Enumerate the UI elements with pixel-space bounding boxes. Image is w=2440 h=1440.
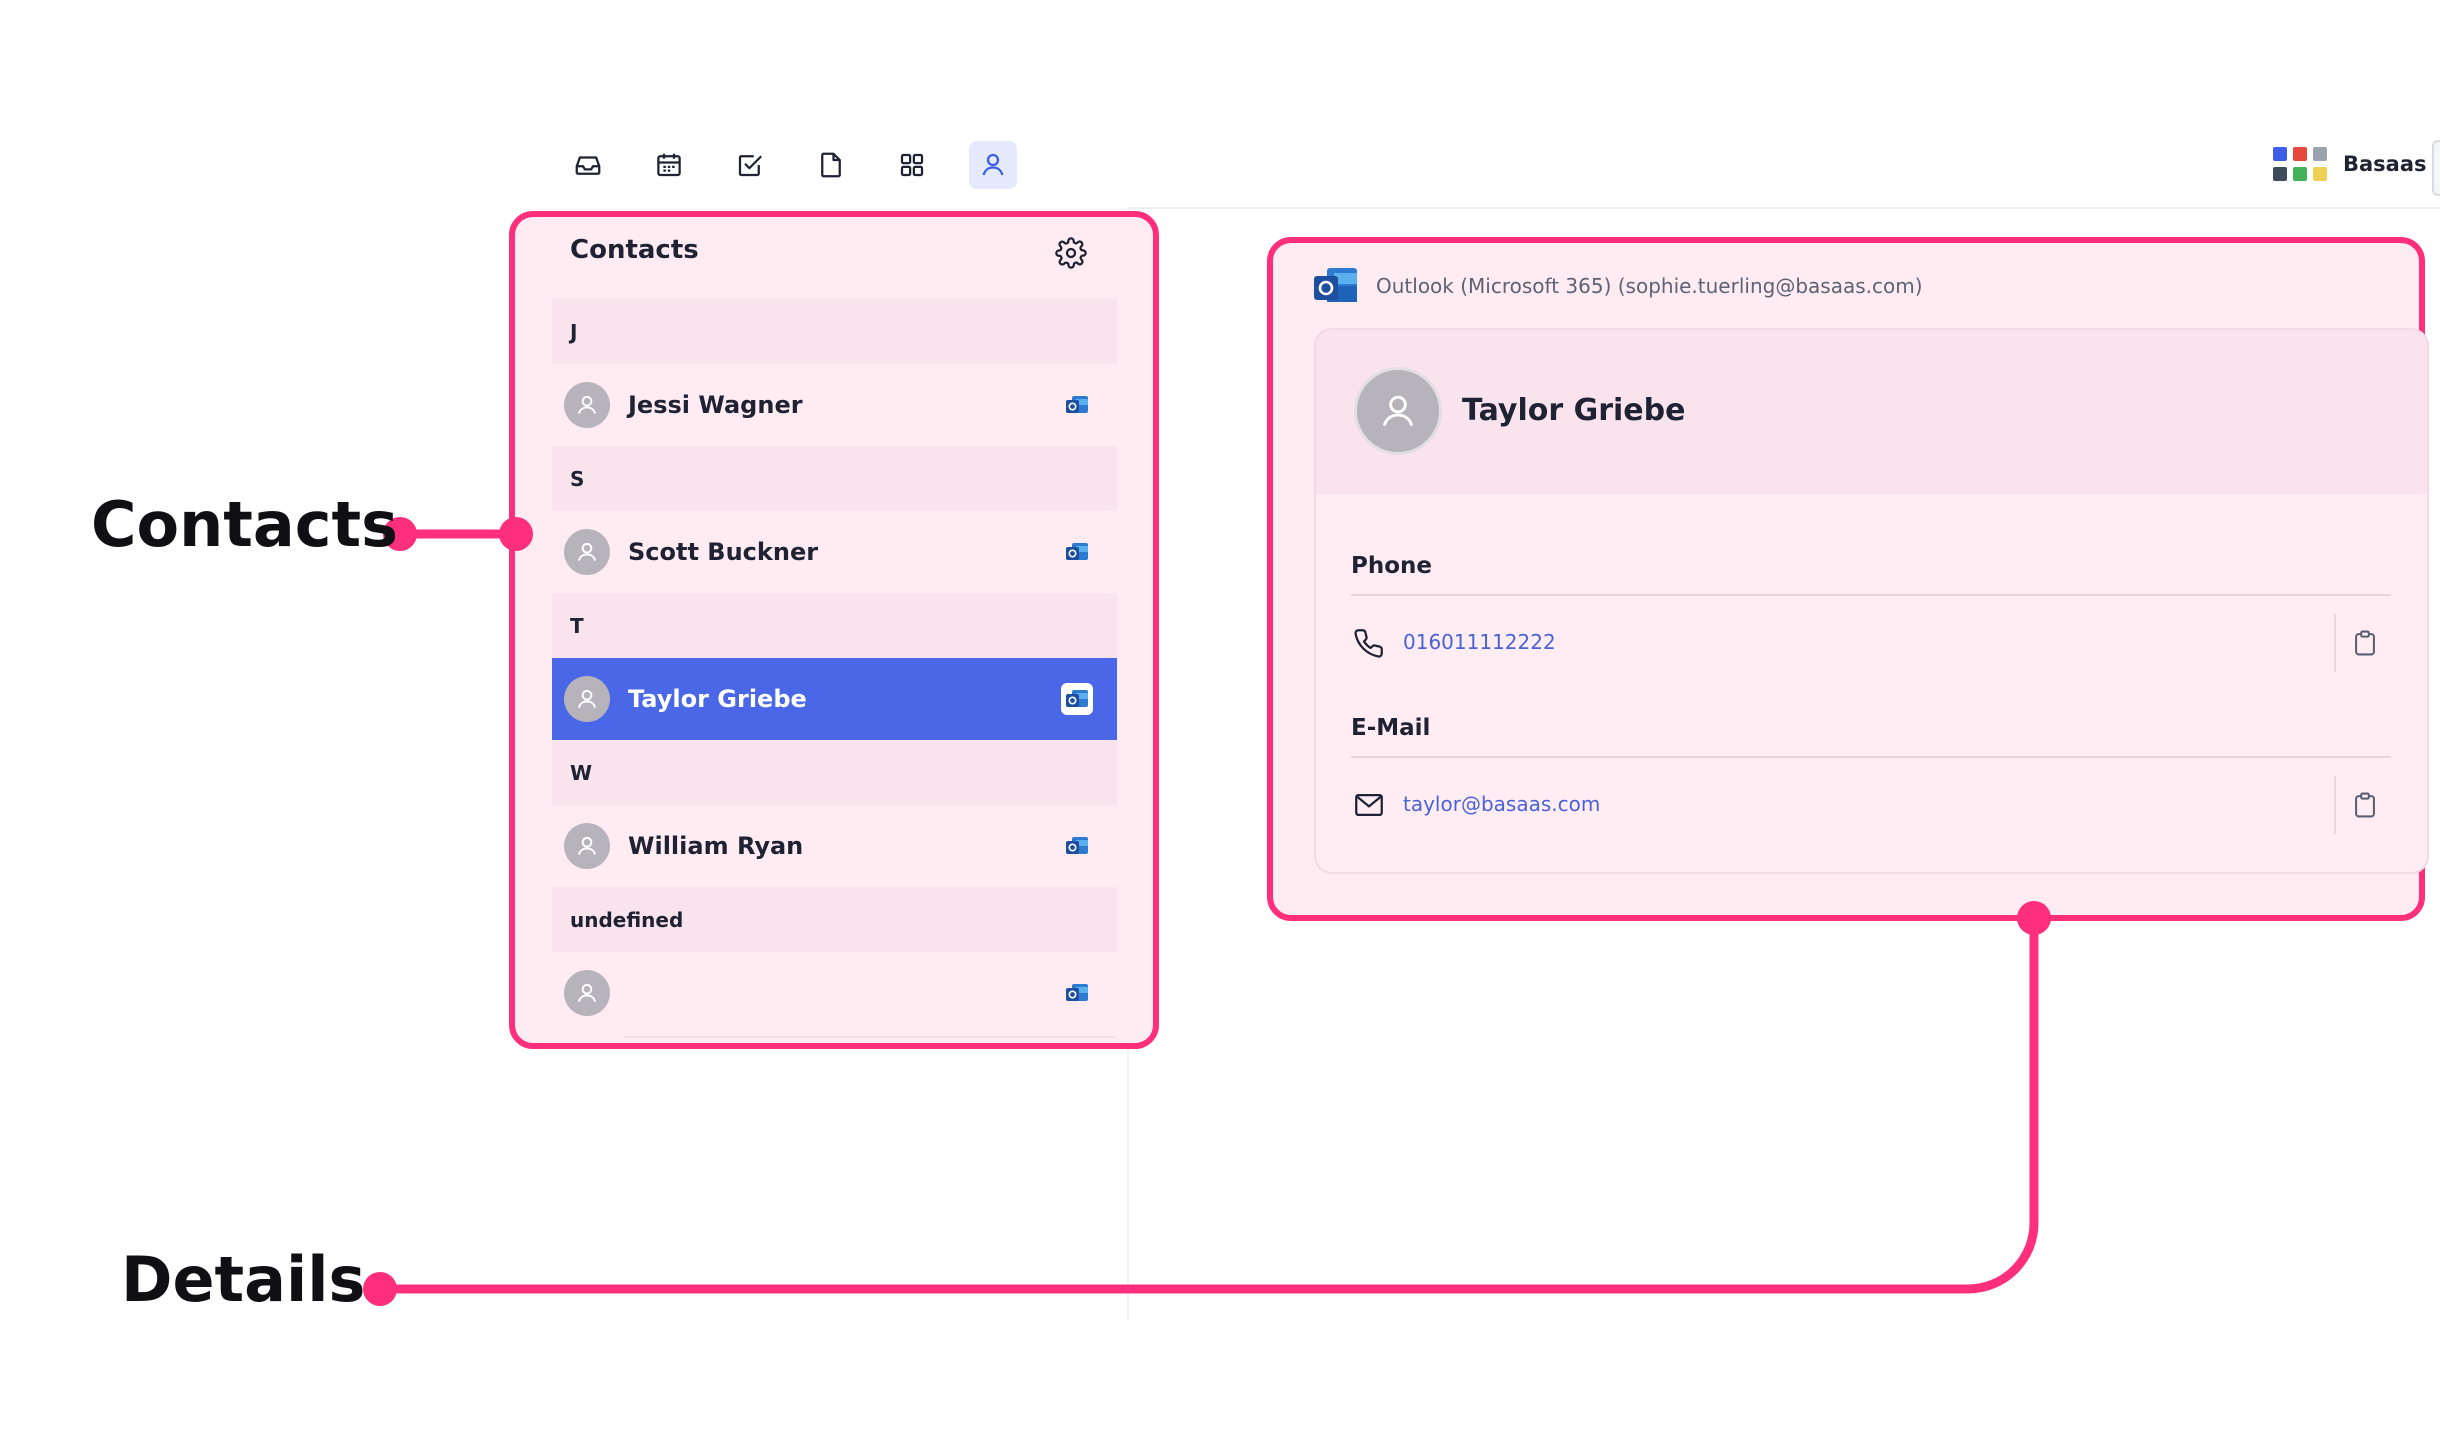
outlook-icon [1061, 830, 1093, 862]
inbox-icon[interactable] [564, 141, 612, 189]
contacts-title: Contacts [570, 235, 699, 265]
phone-icon [1351, 625, 1387, 661]
copy-email-button[interactable] [2348, 788, 2382, 822]
email-label: E-Mail [1351, 715, 1431, 741]
outlook-icon [1061, 536, 1093, 568]
brand[interactable]: Basaas [2273, 147, 2427, 181]
avatar [1354, 367, 1442, 455]
account-source-label: Outlook (Microsoft 365) (sophie.tuerling… [1376, 274, 1923, 298]
annotation-contacts-label: Contacts [91, 488, 399, 561]
row-divider [624, 1036, 1117, 1038]
contact-row-jessi-wagner[interactable]: Jessi Wagner [552, 364, 1117, 446]
contact-name: Scott Buckner [628, 538, 819, 566]
outlook-icon [1061, 683, 1093, 715]
contact-row-unnamed[interactable] [552, 952, 1117, 1034]
copy-separator [2334, 776, 2336, 834]
apps-grid-icon[interactable] [888, 141, 936, 189]
phone-label: Phone [1351, 553, 1433, 579]
group-header-t: T [552, 593, 1117, 658]
avatar [564, 529, 610, 575]
outlook-icon [1314, 268, 1357, 302]
avatar [564, 970, 610, 1016]
copy-phone-button[interactable] [2348, 626, 2382, 660]
gear-icon[interactable] [1054, 236, 1088, 270]
contact-row-taylor-griebe[interactable]: Taylor Griebe [552, 658, 1117, 740]
app-launcher-icon [2273, 147, 2327, 181]
details-connector-dot [363, 1272, 397, 1306]
contact-name: Jessi Wagner [628, 391, 803, 419]
tasks-icon[interactable] [726, 141, 774, 189]
copy-separator [2334, 614, 2336, 672]
contact-name: Taylor Griebe [628, 685, 807, 713]
outlook-icon [1061, 389, 1093, 421]
outlook-icon [1061, 977, 1093, 1009]
contact-detail-name: Taylor Griebe [1462, 393, 1686, 428]
group-header-undefined: undefined [552, 887, 1117, 952]
contact-row-william-ryan[interactable]: William Ryan [552, 805, 1117, 887]
group-header-w: W [552, 740, 1117, 805]
avatar [564, 676, 610, 722]
contact-row-scott-buckner[interactable]: Scott Buckner [552, 511, 1117, 593]
group-header-j: J [552, 299, 1117, 364]
document-icon[interactable] [807, 141, 855, 189]
calendar-icon[interactable] [645, 141, 693, 189]
group-header-s: S [552, 446, 1117, 511]
mail-icon [1351, 787, 1387, 823]
avatar [564, 382, 610, 428]
avatar [564, 823, 610, 869]
email-divider [1351, 756, 2391, 758]
header-divider [1128, 207, 2440, 209]
phone-divider [1351, 594, 2391, 596]
brand-label: Basaas [2343, 152, 2427, 176]
phone-link[interactable]: 016011112222 [1403, 630, 1556, 654]
contact-name: William Ryan [628, 832, 804, 860]
annotation-details-label: Details [121, 1243, 366, 1316]
user-menu-edge[interactable] [2432, 140, 2440, 196]
account-source: Outlook (Microsoft 365) (sophie.tuerling… [1312, 264, 1923, 308]
contacts-icon[interactable] [969, 141, 1017, 189]
email-link[interactable]: taylor@basaas.com [1403, 792, 1600, 816]
